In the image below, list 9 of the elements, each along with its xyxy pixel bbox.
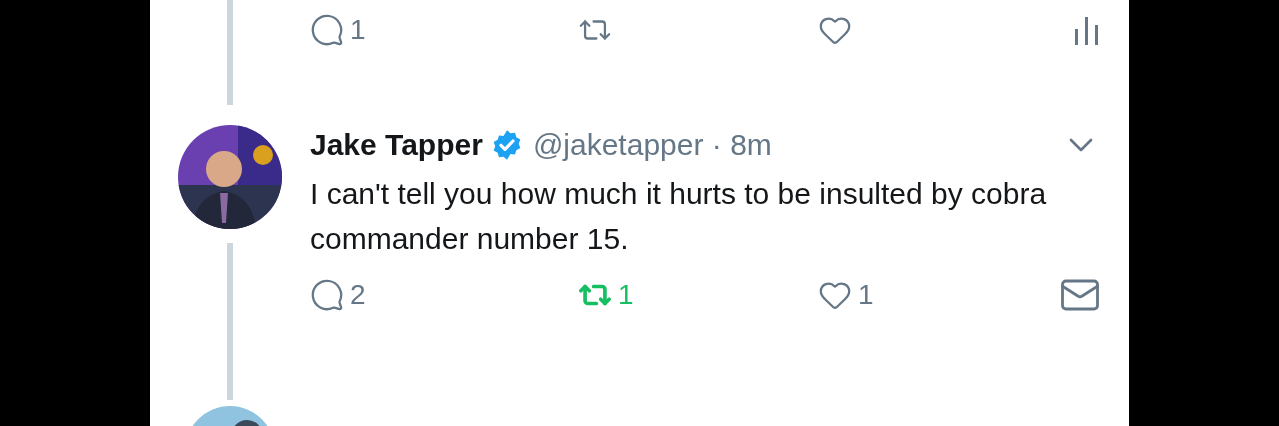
reply-icon	[310, 278, 344, 312]
reply-icon	[310, 13, 344, 47]
handle-and-time: @jaketapper · 8m	[532, 128, 772, 162]
reply-button[interactable]: 1	[310, 13, 578, 47]
tweet-text: I can't tell you how much it hurts to be insulted by cobra commander number 15.	[310, 176, 1048, 257]
like-button[interactable]: 1	[818, 278, 1059, 312]
author-name[interactable]: Jake Tapper	[310, 128, 483, 162]
reply-button[interactable]: 2	[310, 278, 578, 312]
retweet-button[interactable]: 1	[578, 278, 818, 312]
